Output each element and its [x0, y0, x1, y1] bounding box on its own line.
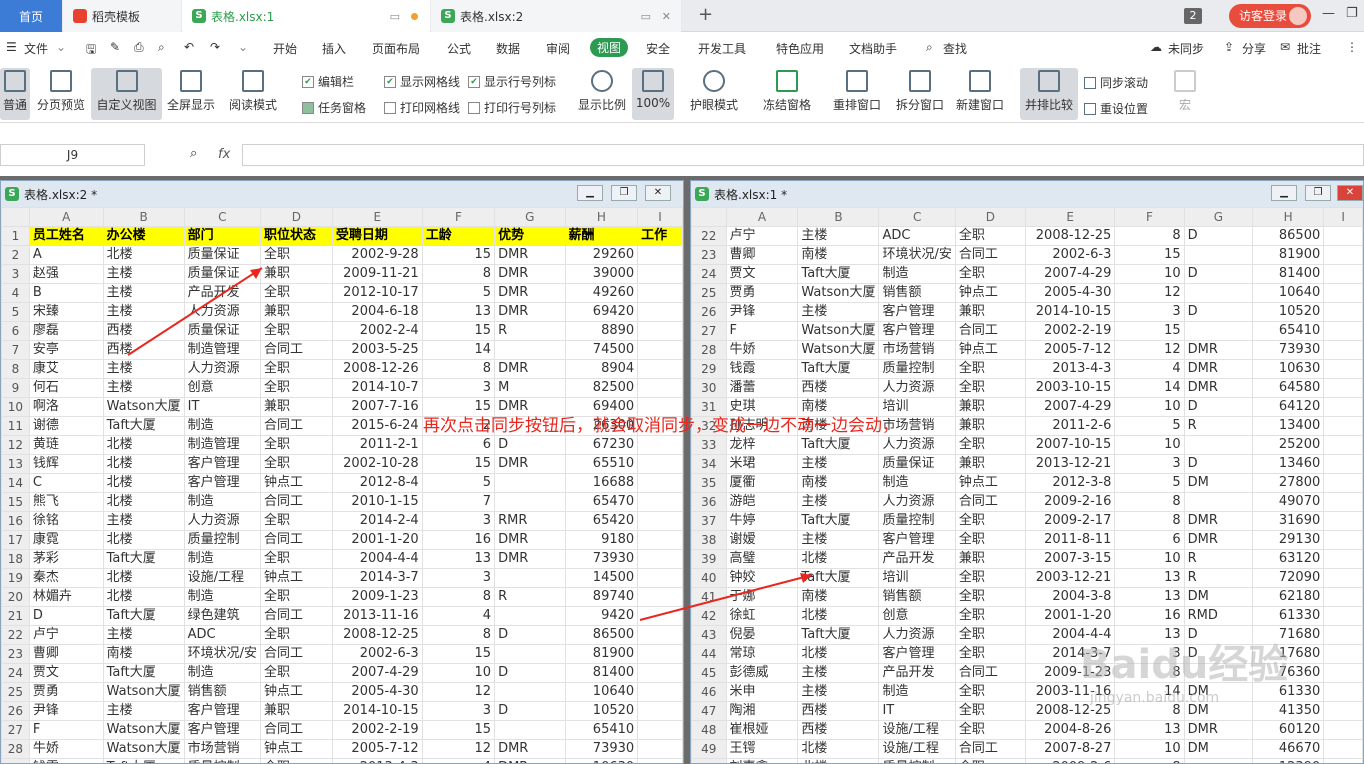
arrow-right: [639, 574, 813, 621]
annotation-text: 再次点击同步按钮后，就会取消同步，变成一边不动一边会动，: [423, 416, 899, 436]
arrow-left: [127, 267, 263, 356]
watermark-url: jingyan.baidu.com: [1090, 690, 1220, 706]
watermark: Baidu经验: [1080, 642, 1289, 688]
